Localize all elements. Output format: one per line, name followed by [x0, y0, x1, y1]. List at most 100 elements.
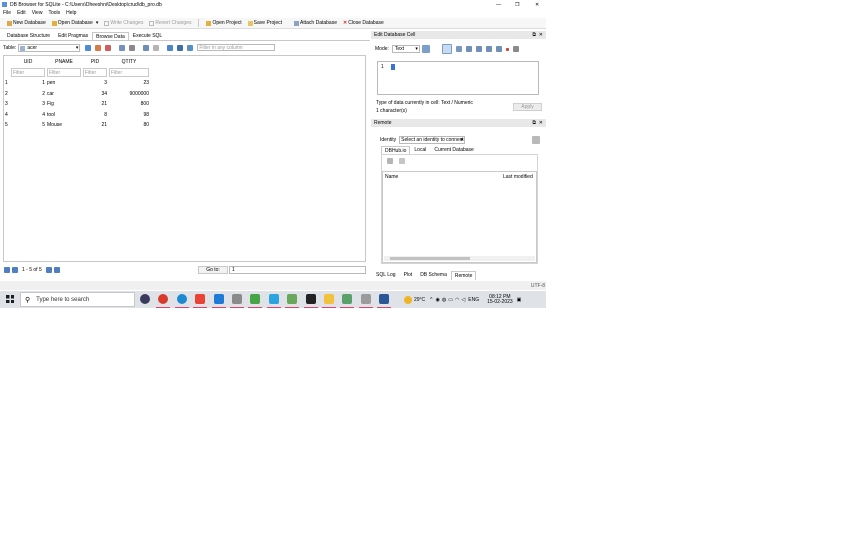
tab-sql-log[interactable]: SQL Log — [372, 270, 400, 280]
table-row[interactable]: 4 4 tool 8 98 — [4, 110, 150, 121]
cell-uid[interactable]: 5 — [10, 120, 46, 131]
cell-pid[interactable]: 3 — [82, 78, 108, 89]
app-icon-7[interactable] — [250, 294, 261, 304]
prev-page-icon[interactable] — [12, 266, 18, 273]
cell-pid[interactable]: 21 — [82, 120, 108, 131]
tab-remote[interactable]: Remote — [450, 270, 477, 280]
mode-select[interactable]: Text ▾ — [391, 45, 420, 53]
edge-icon[interactable] — [176, 294, 187, 304]
print-cell-icon[interactable] — [512, 46, 519, 52]
column-header-pid[interactable]: PID — [82, 57, 108, 68]
goto-button[interactable]: Go to: — [198, 265, 228, 274]
filter-input-pname[interactable]: Filter — [47, 68, 81, 78]
table-row[interactable]: 1 1 pen 3 23 — [4, 78, 150, 89]
app-icon-13[interactable] — [360, 294, 371, 304]
print-icon[interactable] — [129, 44, 136, 51]
global-filter-input[interactable]: Filter in any column — [197, 44, 276, 51]
column-header-pname[interactable]: PNAME — [46, 57, 82, 68]
scrollbar-thumb[interactable] — [390, 257, 470, 260]
tab-plot[interactable]: Plot — [400, 270, 417, 280]
tab-db-schema[interactable]: DB Schema — [416, 270, 451, 280]
insert-row-icon[interactable] — [167, 44, 174, 51]
minimize-button[interactable]: — — [496, 2, 501, 8]
menu-view[interactable]: View — [32, 10, 43, 16]
app-icon-12[interactable] — [342, 294, 353, 304]
import-icon[interactable] — [465, 46, 472, 52]
cell-pname[interactable]: Fig — [46, 99, 82, 110]
folder-icon[interactable] — [324, 294, 334, 304]
identity-select[interactable]: Select an identity to connect ▾ — [399, 135, 466, 144]
close-button[interactable]: ✕ — [535, 2, 539, 8]
save-project-button[interactable]: Save Project — [245, 19, 285, 28]
table-row[interactable]: 5 5 Mouse 21 80 — [4, 120, 150, 131]
float-icon[interactable]: ⧉ — [532, 32, 536, 38]
terminal-icon[interactable] — [305, 294, 316, 304]
volume-icon[interactable]: ◁ — [461, 297, 465, 303]
language-indicator[interactable]: ENG — [468, 297, 479, 303]
table-row[interactable]: 3 3 Fig 21 800 — [4, 99, 150, 110]
cell-pid[interactable]: 8 — [82, 110, 108, 121]
export-icon[interactable] — [475, 46, 482, 52]
menu-tools[interactable]: Tools — [48, 10, 60, 16]
cell-pid[interactable]: 34 — [82, 89, 108, 100]
cell-pname[interactable]: pen — [46, 78, 82, 89]
wifi-icon[interactable]: ◠ — [455, 297, 459, 303]
vscode-icon[interactable] — [213, 294, 224, 304]
chevron-down-icon[interactable]: ▾ — [96, 20, 99, 26]
app-icon-1[interactable] — [140, 294, 150, 304]
last-page-icon[interactable] — [53, 266, 60, 273]
column-header-qtity[interactable]: QTITY — [108, 57, 150, 68]
revert-changes-button[interactable]: Revert Changes — [146, 19, 194, 28]
horizontal-scrollbar[interactable] — [384, 256, 535, 261]
filter-input-qtity[interactable]: Filter — [109, 68, 149, 78]
cell-uid[interactable]: 1 — [10, 78, 46, 89]
cell-qtity[interactable]: 98 — [108, 110, 150, 121]
word-wrap-icon[interactable] — [455, 46, 462, 52]
cell-qtity[interactable]: 23 — [108, 78, 150, 89]
cell-qtity[interactable]: 9000000 — [108, 89, 150, 100]
chrome-icon[interactable] — [195, 294, 206, 304]
next-page-icon[interactable] — [45, 266, 52, 273]
files-icon[interactable] — [232, 294, 242, 304]
set-null-icon[interactable] — [485, 46, 492, 52]
telegram-icon[interactable] — [268, 294, 279, 304]
word-icon[interactable] — [379, 294, 390, 304]
auto-switch-icon[interactable] — [421, 45, 430, 53]
cell-uid[interactable]: 2 — [10, 89, 46, 100]
filter-input-pid[interactable]: Filter — [83, 68, 107, 78]
menu-file[interactable]: File — [3, 10, 11, 16]
goto-input[interactable]: 1 — [229, 265, 366, 274]
apply-button[interactable]: Apply — [513, 103, 542, 111]
taskbar-search-box[interactable]: ⚲ Type here to search — [20, 292, 135, 307]
cell-uid[interactable]: 3 — [10, 99, 46, 110]
cell-pname[interactable]: Mouse — [46, 120, 82, 131]
close-icon[interactable]: ✕ — [539, 32, 543, 38]
close-database-button[interactable]: ✕ Close Database — [340, 19, 387, 28]
float-icon[interactable]: ⧉ — [532, 120, 536, 126]
first-page-icon[interactable] — [4, 266, 10, 273]
cell-qtity[interactable]: 800 — [108, 99, 150, 110]
last-modified-column-header[interactable]: Last modified — [503, 174, 533, 180]
menu-help[interactable]: Help — [66, 10, 76, 16]
menu-edit[interactable]: Edit — [17, 10, 26, 16]
delete-row-icon[interactable] — [187, 44, 194, 51]
filter-input-uid[interactable]: Filter — [11, 68, 45, 78]
refresh-icon[interactable] — [85, 44, 92, 51]
cell-editor[interactable]: 1 — [377, 61, 539, 95]
open-project-button[interactable]: Open Project — [203, 19, 244, 28]
find-replace-icon[interactable] — [153, 44, 160, 51]
delete-icon[interactable] — [505, 47, 509, 51]
upload-icon[interactable] — [399, 158, 405, 164]
maximize-button[interactable]: ❐ — [515, 2, 519, 8]
battery-icon[interactable]: ▭ — [448, 297, 453, 303]
attach-database-button[interactable]: Attach Database — [291, 19, 340, 28]
notification-icon[interactable]: ▣ — [517, 297, 522, 303]
new-database-button[interactable]: New Database — [4, 19, 49, 28]
cell-pname[interactable]: car — [46, 89, 82, 100]
refresh-icon[interactable] — [387, 158, 393, 164]
clock[interactable]: 08:12 PM 15-02-2023 — [487, 294, 513, 305]
cell-qtity[interactable]: 80 — [108, 120, 150, 131]
windows-start-icon[interactable] — [6, 295, 14, 303]
tray-icon[interactable]: ◉ — [436, 297, 440, 303]
table-select[interactable]: acer ▾ — [18, 43, 81, 52]
